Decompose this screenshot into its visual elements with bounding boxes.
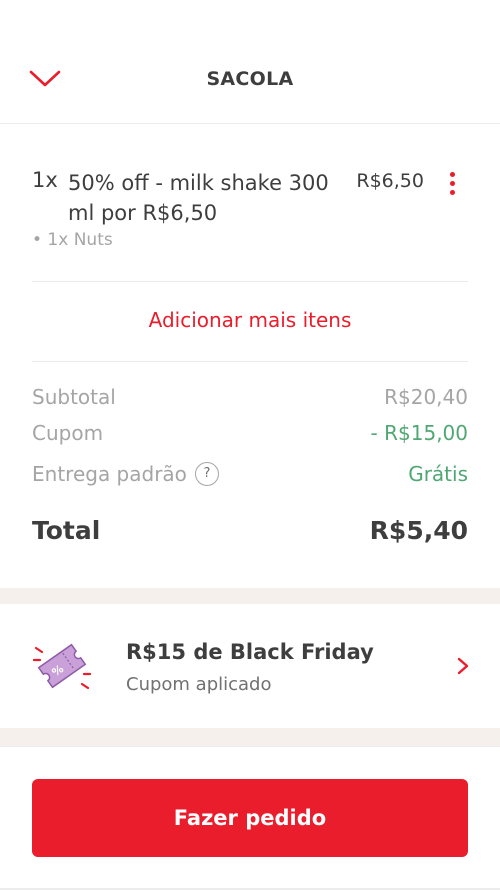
coupon-label: Cupom: [32, 421, 104, 445]
item-quantity: 1x: [32, 168, 58, 192]
coupon-discount-value: - R$15,00: [370, 421, 468, 445]
subtotal-label: Subtotal: [32, 385, 116, 409]
delivery-label-group: Entrega padrão ?: [32, 462, 219, 486]
divider: [0, 746, 500, 747]
item-name: 50% off - milk shake 300 ml por R$6,50: [68, 171, 329, 225]
item-addon: • 1x Nuts: [32, 230, 113, 250]
coupon-banner[interactable]: % R$15 de Black Friday Cupom aplicado: [0, 604, 500, 728]
section-separator: [0, 728, 500, 746]
total-row: Total R$5,40: [32, 516, 468, 550]
place-order-button[interactable]: Fazer pedido: [32, 779, 468, 857]
delivery-value: Grátis: [408, 462, 468, 486]
subtotal-value: R$20,40: [384, 385, 468, 409]
divider: [32, 281, 468, 282]
delivery-row: Entrega padrão ? Grátis: [32, 462, 468, 490]
divider: [32, 361, 468, 362]
coupon-ticket-icon: %: [32, 643, 92, 690]
coupon-title: R$15 de Black Friday: [126, 640, 374, 664]
coupon-subtitle: Cupom aplicado: [126, 674, 272, 695]
coupon-row: Cupom - R$15,00: [32, 421, 468, 449]
item-price: R$6,50: [356, 170, 424, 192]
more-vertical-icon[interactable]: [442, 168, 462, 198]
delivery-label: Entrega padrão: [32, 462, 187, 486]
help-icon[interactable]: ?: [194, 462, 219, 486]
total-value: R$5,40: [369, 516, 468, 545]
total-label: Total: [32, 516, 101, 545]
page-title: SACOLA: [206, 68, 294, 90]
subtotal-row: Subtotal R$20,40: [32, 385, 468, 413]
chevron-right-icon: [457, 657, 469, 675]
section-separator: [0, 588, 500, 604]
add-more-items-button[interactable]: Adicionar mais itens: [0, 308, 500, 332]
header: SACOLA: [0, 0, 500, 124]
